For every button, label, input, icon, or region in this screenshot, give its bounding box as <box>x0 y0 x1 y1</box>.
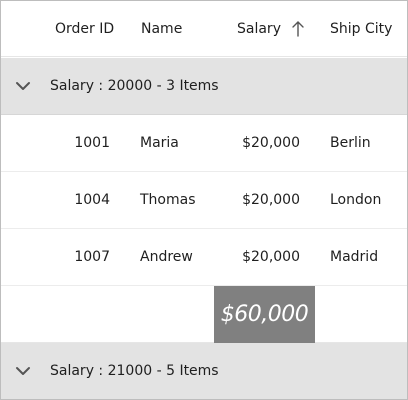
chevron-down-icon[interactable] <box>15 58 33 114</box>
column-header-label: Ship City <box>330 20 393 37</box>
column-header-label: Order ID <box>55 20 115 37</box>
cell-ship-city: Madrid <box>330 249 379 265</box>
cell-order-id: 1001 <box>74 135 110 151</box>
group-caption-row[interactable]: Salary : 21000 - 5 Items <box>1 343 407 399</box>
cell-salary: $20,000 <box>242 249 300 265</box>
cell-order-id: 1004 <box>74 192 110 208</box>
column-header-ship-city[interactable]: Ship City <box>330 1 392 56</box>
group-summary-row: $60,000 <box>1 286 407 343</box>
cell-order-id: 1007 <box>74 249 110 265</box>
cell-salary: $20,000 <box>242 135 300 151</box>
group-caption-text: Salary : 21000 - 5 Items <box>50 363 219 379</box>
salary-summary-value: $60,000 <box>214 286 315 343</box>
group-caption-row[interactable]: Salary : 20000 - 3 Items <box>1 58 407 115</box>
column-header-name[interactable]: Name <box>141 1 182 56</box>
cell-ship-city: London <box>330 192 382 208</box>
column-header-label: Name <box>141 20 183 37</box>
group-caption-text: Salary : 20000 - 3 Items <box>50 78 219 94</box>
table-row[interactable]: 1007 Andrew $20,000 Madrid <box>1 229 407 286</box>
column-header-salary[interactable]: Salary <box>237 1 281 56</box>
column-header-order-id[interactable]: Order ID <box>55 1 114 56</box>
table-row[interactable]: 1001 Maria $20,000 Berlin <box>1 115 407 172</box>
cell-salary: $20,000 <box>242 192 300 208</box>
chevron-down-icon[interactable] <box>15 343 33 399</box>
grid-header-row: Order ID Name Salary Ship City <box>1 1 407 57</box>
data-grid: Order ID Name Salary Ship City Salary : … <box>0 0 408 400</box>
arrow-up-icon[interactable] <box>290 1 306 56</box>
column-header-label: Salary <box>237 20 281 37</box>
cell-ship-city: Berlin <box>330 135 371 151</box>
table-row[interactable]: 1004 Thomas $20,000 London <box>1 172 407 229</box>
